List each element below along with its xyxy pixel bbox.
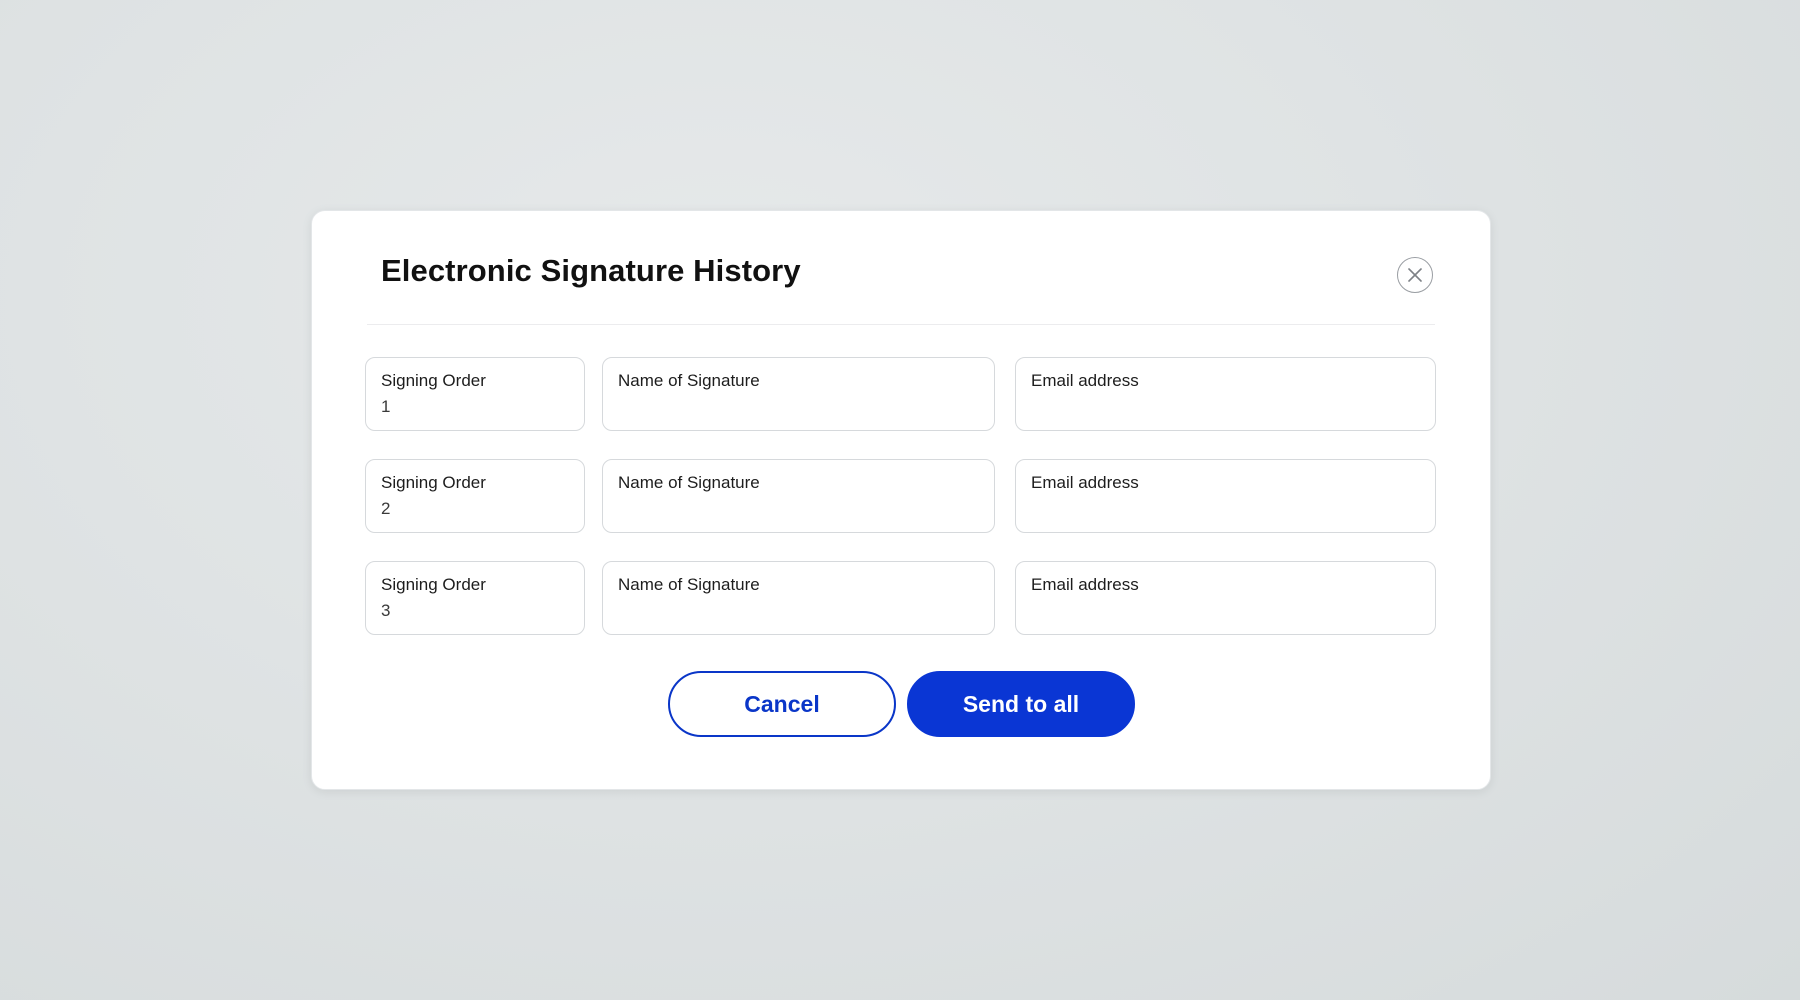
email-address-label: Email address (1031, 473, 1139, 492)
email-address-field[interactable]: Email address (1015, 459, 1436, 533)
dialog-actions: Cancel Send to all (668, 671, 1135, 737)
signature-name-field[interactable]: Name of Signature (602, 459, 995, 533)
signing-order-field[interactable]: Signing Order 3 (365, 561, 585, 635)
signature-name-field[interactable]: Name of Signature (602, 561, 995, 635)
signing-order-label: Signing Order (381, 575, 486, 594)
signing-order-label: Signing Order (381, 473, 486, 492)
email-address-label: Email address (1031, 371, 1139, 390)
signing-order-label: Signing Order (381, 371, 486, 390)
header-divider (367, 324, 1435, 325)
signer-row: Signing Order 1 Name of Signature Email … (365, 357, 1437, 431)
cancel-button[interactable]: Cancel (668, 671, 896, 737)
close-button[interactable] (1397, 257, 1433, 293)
signer-rows: Signing Order 1 Name of Signature Email … (365, 357, 1437, 663)
signature-name-label: Name of Signature (618, 473, 760, 492)
send-to-all-button[interactable]: Send to all (907, 671, 1135, 737)
signing-order-value: 1 (381, 397, 391, 416)
dialog-title: Electronic Signature History (381, 253, 801, 288)
signature-name-label: Name of Signature (618, 575, 760, 594)
email-address-label: Email address (1031, 575, 1139, 594)
signing-order-value: 3 (381, 601, 391, 620)
signing-order-field[interactable]: Signing Order 1 (365, 357, 585, 431)
email-address-field[interactable]: Email address (1015, 561, 1436, 635)
signer-row: Signing Order 3 Name of Signature Email … (365, 561, 1437, 635)
signer-row: Signing Order 2 Name of Signature Email … (365, 459, 1437, 533)
signing-order-field[interactable]: Signing Order 2 (365, 459, 585, 533)
signature-history-dialog: Electronic Signature History Signing Ord… (311, 210, 1491, 790)
email-address-field[interactable]: Email address (1015, 357, 1436, 431)
signature-name-label: Name of Signature (618, 371, 760, 390)
signature-name-field[interactable]: Name of Signature (602, 357, 995, 431)
signing-order-value: 2 (381, 499, 391, 518)
close-icon (1408, 268, 1422, 282)
